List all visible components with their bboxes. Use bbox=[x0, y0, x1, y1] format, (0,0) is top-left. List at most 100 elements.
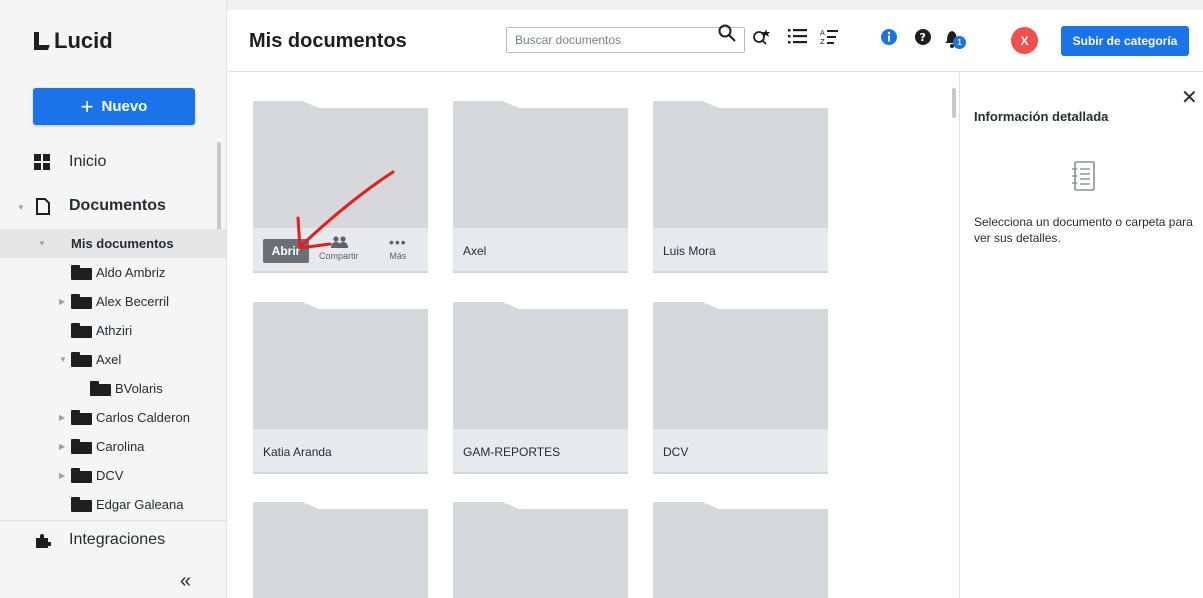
folder-card-label: GAM-REPORTES bbox=[463, 445, 561, 459]
folder-icon bbox=[71, 497, 92, 512]
people-icon bbox=[330, 236, 348, 248]
folder-card[interactable]: Luis Mora bbox=[653, 101, 828, 273]
tree-item-folder[interactable]: ▶ Carlos Calderon bbox=[0, 403, 226, 432]
details-panel: ✕ Información detallada Selecciona un do… bbox=[959, 73, 1203, 598]
more-label: Más bbox=[389, 251, 407, 261]
info-icon[interactable] bbox=[880, 28, 898, 46]
folder-card[interactable] bbox=[253, 502, 428, 598]
tree-item-folder[interactable]: BVolaris bbox=[0, 374, 226, 403]
folder-icon bbox=[71, 439, 92, 454]
sidebar-item-label: Integraciones bbox=[69, 531, 166, 548]
sidebar-item-documents[interactable]: ▼ Documentos bbox=[0, 194, 226, 220]
folder-icon bbox=[71, 410, 92, 425]
more-button[interactable]: ••• Más bbox=[389, 234, 407, 261]
sort-icon[interactable]: A Z bbox=[820, 28, 838, 46]
plus-icon: + bbox=[80, 93, 94, 119]
caret-down-icon[interactable]: ▼ bbox=[59, 355, 67, 364]
search-icon[interactable] bbox=[718, 24, 736, 42]
folder-card-label: Axel bbox=[463, 244, 487, 258]
sidebar-item-label: Inicio bbox=[69, 153, 107, 170]
folder-card[interactable]: DCV bbox=[653, 302, 828, 474]
svg-text:?: ? bbox=[920, 31, 926, 44]
folder-card-label: DCV bbox=[663, 445, 689, 459]
page-title: Mis documentos bbox=[249, 30, 407, 52]
new-button-label: Nuevo bbox=[101, 98, 148, 115]
notification-badge: 1 bbox=[953, 36, 966, 49]
tree-item-label: Carolina bbox=[96, 439, 145, 454]
folder-card[interactable]: Axel bbox=[453, 101, 628, 273]
lucid-logo-icon bbox=[34, 32, 48, 50]
folder-thumbnail[interactable] bbox=[453, 101, 628, 228]
tree-item-folder[interactable]: ▼ Axel bbox=[0, 345, 226, 374]
grid-scrollbar[interactable] bbox=[952, 88, 956, 118]
open-button[interactable]: Abrir bbox=[263, 239, 309, 263]
tree-item-label: BVolaris bbox=[115, 381, 163, 396]
logo-text: Lucid bbox=[54, 28, 113, 53]
tree-item-folder[interactable]: ▶ DCV bbox=[0, 461, 226, 490]
sidebar-scrollbar[interactable] bbox=[217, 142, 221, 232]
close-icon[interactable]: ✕ bbox=[1181, 88, 1198, 108]
folder-thumbnail[interactable] bbox=[653, 302, 828, 429]
notebook-icon bbox=[1072, 161, 1095, 191]
tree-item-label: Aldo Ambriz bbox=[96, 265, 166, 280]
folder-card[interactable]: Katia Aranda bbox=[253, 302, 428, 474]
avatar[interactable]: X bbox=[1011, 27, 1038, 54]
folder-icon bbox=[71, 323, 92, 338]
folder-thumbnail[interactable] bbox=[453, 502, 628, 598]
folder-thumbnail[interactable] bbox=[253, 302, 428, 429]
caret-right-icon[interactable]: ▶ bbox=[59, 471, 65, 480]
caret-right-icon[interactable]: ▶ bbox=[59, 442, 65, 451]
folder-card[interactable]: GAM-REPORTES bbox=[453, 302, 628, 474]
folder-icon bbox=[71, 468, 92, 483]
advanced-search-icon[interactable] bbox=[752, 28, 772, 46]
divider bbox=[0, 520, 226, 521]
new-button[interactable]: + Nuevo bbox=[33, 88, 195, 125]
documents-grid: Abrir Compartir ••• Más Axel Luis Mora K… bbox=[228, 73, 958, 598]
tree-item-folder[interactable]: ▶ Carolina bbox=[0, 432, 226, 461]
tree-item-folder[interactable]: Athziri bbox=[0, 316, 226, 345]
caret-right-icon[interactable]: ▶ bbox=[59, 297, 65, 306]
details-empty-text: Selecciona un documento o carpeta para v… bbox=[974, 215, 1193, 245]
help-icon[interactable]: ? bbox=[914, 28, 932, 46]
caret-down-icon[interactable]: ▼ bbox=[17, 203, 25, 212]
tree-item-my-documents[interactable]: ▼ Mis documentos bbox=[0, 229, 226, 258]
upload-category-button[interactable]: Subir de categoría bbox=[1061, 26, 1189, 56]
folder-card[interactable] bbox=[653, 502, 828, 598]
notifications-button[interactable]: 1 bbox=[944, 27, 968, 51]
share-button[interactable]: Compartir bbox=[319, 236, 359, 261]
tree-item-folder[interactable]: Edgar Galeana bbox=[0, 490, 226, 519]
sidebar-item-home[interactable]: Inicio bbox=[0, 150, 226, 176]
folder-icon bbox=[71, 265, 92, 280]
tree-item-label: DCV bbox=[96, 468, 124, 483]
sidebar-item-integrations[interactable]: Integraciones bbox=[0, 528, 226, 554]
folder-icon bbox=[71, 294, 92, 309]
svg-text:A: A bbox=[820, 29, 825, 37]
tree-item-label: Mis documentos bbox=[71, 236, 174, 251]
tree-item-label: Carlos Calderon bbox=[96, 410, 190, 425]
folder-thumbnail[interactable] bbox=[653, 502, 828, 598]
folder-icon bbox=[90, 381, 111, 396]
folder-card[interactable] bbox=[453, 502, 628, 598]
details-panel-title: Información detallada bbox=[974, 109, 1109, 124]
folder-thumbnail[interactable] bbox=[253, 101, 428, 228]
tree-item-label: Edgar Galeana bbox=[96, 497, 184, 512]
tree-item-folder[interactable]: Aldo Ambriz bbox=[0, 258, 226, 287]
caret-down-icon[interactable]: ▼ bbox=[38, 239, 46, 248]
sidebar: Lucid + Nuevo Inicio ▼ Documentos ▼ Mis … bbox=[0, 0, 227, 598]
folder-thumbnail[interactable] bbox=[253, 502, 428, 598]
header: Mis documentos A Z ? 1 X Subir de bbox=[228, 10, 1203, 72]
puzzle-icon bbox=[36, 534, 51, 548]
lucid-logo[interactable]: Lucid bbox=[34, 28, 113, 54]
folder-thumbnail[interactable] bbox=[453, 302, 628, 429]
caret-right-icon[interactable]: ▶ bbox=[59, 413, 65, 422]
list-view-icon[interactable] bbox=[788, 28, 807, 44]
tree-item-folder[interactable]: ▶ Alex Becerril bbox=[0, 287, 226, 316]
more-dots-icon: ••• bbox=[389, 234, 407, 250]
search-input[interactable] bbox=[507, 28, 697, 52]
grid-icon bbox=[34, 154, 50, 170]
folder-card-label: Luis Mora bbox=[663, 244, 716, 258]
folder-card[interactable]: Abrir Compartir ••• Más bbox=[253, 101, 428, 273]
document-icon bbox=[36, 198, 50, 215]
collapse-sidebar-icon[interactable]: « bbox=[180, 570, 191, 593]
folder-thumbnail[interactable] bbox=[653, 101, 828, 228]
